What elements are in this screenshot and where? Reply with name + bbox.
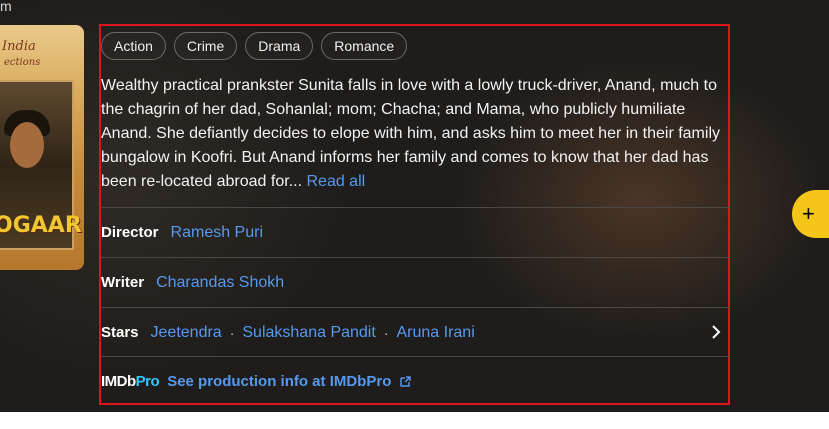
- writer-link[interactable]: Charandas Shokh: [156, 274, 284, 292]
- read-all-link[interactable]: Read all: [306, 173, 365, 190]
- poster-logo-subtext: ections: [4, 57, 41, 68]
- director-label: Director: [101, 224, 159, 241]
- external-link-icon: [399, 376, 411, 387]
- chevron-right-icon[interactable]: [710, 324, 722, 340]
- stars-label: Stars: [101, 324, 139, 341]
- star-link-3[interactable]: Aruna Irani: [396, 324, 474, 342]
- star-link-1[interactable]: Jeetendra: [151, 324, 222, 342]
- writer-label: Writer: [101, 274, 145, 291]
- genre-chip-action[interactable]: Action: [101, 32, 166, 60]
- add-to-watchlist-button[interactable]: +: [792, 190, 829, 238]
- header-fragment: m: [0, 0, 12, 14]
- star-link-2[interactable]: Sulakshana Pandit: [242, 324, 375, 342]
- separator-dot: ·: [383, 324, 389, 341]
- poster-figure-face: [10, 122, 44, 168]
- plot-summary: Wealthy practical prankster Sunita falls…: [101, 74, 731, 194]
- director-row: Director Ramesh Puri: [101, 207, 730, 257]
- genre-chip-drama[interactable]: Drama: [245, 32, 314, 60]
- poster-logo-text: India: [2, 39, 36, 54]
- stars-row[interactable]: Stars Jeetendra · Sulakshana Pandit · Ar…: [101, 307, 730, 357]
- imdbpro-logo: IMDbPro: [101, 373, 160, 390]
- imdbpro-logo-imdb: IMDb: [101, 373, 136, 390]
- title-details-panel: Action Crime Drama Romance Wealthy pract…: [99, 24, 730, 405]
- imdbpro-link-text[interactable]: See production info at IMDbPro: [167, 373, 391, 390]
- plot-text: Wealthy practical prankster Sunita falls…: [101, 77, 720, 190]
- separator-dot: ·: [229, 324, 235, 341]
- plus-icon: +: [802, 201, 815, 226]
- genre-chips: Action Crime Drama Romance: [101, 32, 408, 60]
- imdbpro-logo-pro: Pro: [135, 373, 160, 390]
- poster-title: OGAAR: [0, 213, 82, 238]
- genre-chip-romance[interactable]: Romance: [321, 32, 408, 60]
- imdbpro-link[interactable]: See production info at IMDbPro: [167, 373, 411, 390]
- director-link[interactable]: Ramesh Puri: [171, 224, 263, 242]
- movie-poster[interactable]: India ections OGAAR: [0, 25, 84, 270]
- imdbpro-row: IMDbPro See production info at IMDbPro: [101, 356, 730, 406]
- writer-row: Writer Charandas Shokh: [101, 257, 730, 307]
- genre-chip-crime[interactable]: Crime: [173, 32, 238, 60]
- title-overview-section: m India ections OGAAR Action Crime Drama…: [0, 0, 829, 412]
